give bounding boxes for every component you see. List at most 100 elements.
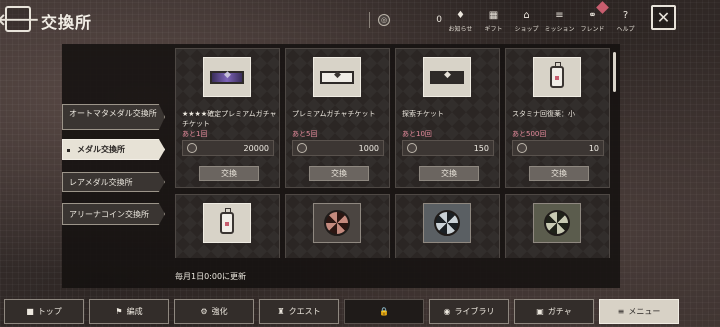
sidebar-item-automata-medal[interactable]: オートマタメダル交換所 (62, 104, 165, 130)
item-card[interactable]: プレミアムガチャチケット あと5回 1000 交換 (285, 48, 390, 188)
tab-quest[interactable]: ♜ クエスト (259, 299, 339, 324)
exchange-button[interactable]: 交換 (529, 166, 589, 181)
stamina-potion-icon (550, 62, 564, 88)
item-cost: 1000 (292, 140, 384, 156)
pinwheel-material-icon (324, 210, 350, 236)
item-remaining: あと10回 (402, 130, 432, 138)
tab-label: 強化 (211, 307, 228, 316)
nav-gift[interactable]: ▦ ギフト (477, 9, 510, 33)
tab-label: ガチャ (547, 307, 572, 316)
item-cost: 20000 (182, 140, 274, 156)
nav-help[interactable]: ? ヘルプ (609, 9, 642, 33)
tab-top[interactable]: ■ トップ (4, 299, 84, 324)
scrollbar[interactable] (613, 52, 616, 92)
item-thumbnail (533, 57, 581, 97)
menu-button[interactable]: ≡ メニュー (599, 299, 679, 324)
gacha-icon: ▣ (536, 307, 544, 316)
nav-label: ミッション (544, 26, 575, 33)
menu-icon: ≡ (617, 307, 625, 316)
item-name: ★★★★確定プレミアムガチャチケット (182, 110, 277, 128)
exploration-ticket-icon (430, 70, 464, 84)
arrow-left-icon: 🡐 (0, 10, 40, 29)
item-cost: 150 (402, 140, 494, 156)
exchange-button[interactable]: 交換 (419, 166, 479, 181)
nav-label: ギフト (484, 26, 503, 33)
item-price: 10 (588, 143, 599, 153)
medal-coin-icon (407, 143, 417, 153)
sidebar-item-medal[interactable]: メダル交換所 (62, 139, 165, 160)
nav-news[interactable]: ♦ お知らせ (444, 9, 477, 33)
item-thumbnail (203, 57, 251, 97)
tab-label: トップ (37, 307, 62, 316)
pinwheel-material-icon (544, 210, 570, 236)
currency-display: ◎ 0 (378, 12, 444, 28)
medal-coin-icon: ◎ (378, 14, 390, 26)
gacha-ticket-icon (320, 70, 354, 84)
item-card[interactable]: ★★★★確定プレミアムガチャチケット あと1回 20000 交換 (175, 48, 280, 188)
item-remaining: あと500回 (512, 130, 547, 138)
mission-icon: ≡ (555, 10, 564, 21)
item-card[interactable]: スタミナ回復薬：小 あと500回 10 交換 (505, 48, 610, 188)
item-thumbnail (423, 203, 471, 243)
item-thumbnail (313, 57, 361, 97)
nav-friend[interactable]: ⚭ フレンド (576, 1, 609, 33)
item-name: 探索チケット (402, 110, 444, 118)
gift-icon: ▦ (488, 10, 499, 21)
quest-icon: ♜ (277, 307, 285, 316)
item-price: 150 (473, 143, 489, 153)
shop-icon: ⌂ (523, 10, 530, 21)
close-button[interactable]: ✕ (651, 5, 676, 30)
item-thumbnail (423, 57, 471, 97)
tab-formation[interactable]: ⚑ 編成 (89, 299, 169, 324)
item-card[interactable] (505, 194, 610, 258)
medal-coin-icon (187, 143, 197, 153)
item-remaining: あと5回 (292, 130, 318, 138)
item-card[interactable] (395, 194, 500, 258)
enhance-icon: ⚙ (200, 307, 208, 316)
nav-label: ショップ (514, 26, 539, 33)
bell-icon: ♦ (456, 10, 465, 21)
tab-label: ライブラリ (454, 307, 495, 316)
help-icon: ? (622, 10, 629, 21)
item-cost: 10 (512, 140, 604, 156)
tab-label: メニュー (628, 307, 661, 316)
item-card[interactable] (175, 194, 280, 258)
item-thumbnail (313, 203, 361, 243)
item-card[interactable] (285, 194, 390, 258)
tab-label: 編成 (126, 307, 143, 316)
tab-enhance[interactable]: ⚙ 強化 (174, 299, 254, 324)
notification-badge (596, 1, 609, 14)
bottom-nav: ■ トップ ⚑ 編成 ⚙ 強化 ♜ クエスト 🔒 ◉ ライブラリ ▣ ガチャ ≡… (0, 296, 720, 327)
exchange-button[interactable]: 交換 (309, 166, 369, 181)
sidebar-item-label: レアメダル交換所 (69, 178, 133, 187)
divider (369, 12, 370, 28)
sidebar-item-arena-coin[interactable]: アリーナコイン交換所 (62, 203, 165, 225)
nav-shop[interactable]: ⌂ ショップ (510, 9, 543, 33)
sidebar-item-label: オートマタメダル交換所 (69, 109, 157, 118)
item-name: プレミアムガチャチケット (292, 110, 376, 118)
tab-locked[interactable]: 🔒 (344, 299, 424, 324)
pinwheel-material-icon (434, 210, 460, 236)
nav-label: お知らせ (448, 26, 473, 33)
sidebar-item-rare-medal[interactable]: レアメダル交換所 (62, 172, 165, 192)
lock-icon: 🔒 (379, 307, 389, 316)
top-icon: ■ (26, 307, 34, 316)
item-price: 20000 (243, 143, 269, 153)
item-thumbnail (203, 203, 251, 243)
item-grid: ★★★★確定プレミアムガチャチケット あと1回 20000 交換 プレミアムガチ… (175, 48, 612, 258)
tab-library[interactable]: ◉ ライブラリ (429, 299, 509, 324)
top-nav: ♦ お知らせ ▦ ギフト ⌂ ショップ ≡ ミッション ⚭ フレンド ? ヘルプ (444, 1, 642, 33)
header: 🡐 交換所 ◎ 0 ♦ お知らせ ▦ ギフト ⌂ ショップ ≡ ミッション ⚭ … (0, 0, 720, 40)
back-button[interactable]: 🡐 (0, 6, 39, 32)
item-price: 1000 (358, 143, 379, 153)
refresh-note: 毎月1日0:00に更新 (175, 272, 247, 281)
item-thumbnail (533, 203, 581, 243)
nav-mission[interactable]: ≡ ミッション (543, 9, 576, 33)
item-card[interactable]: 探索チケット あと10回 150 交換 (395, 48, 500, 188)
item-name: スタミナ回復薬：小 (512, 110, 575, 118)
nav-label: ヘルプ (616, 26, 635, 33)
exchange-button[interactable]: 交換 (199, 166, 259, 181)
tab-gacha[interactable]: ▣ ガチャ (514, 299, 594, 324)
currency-value: 0 (436, 15, 442, 25)
close-icon: ✕ (656, 8, 671, 27)
